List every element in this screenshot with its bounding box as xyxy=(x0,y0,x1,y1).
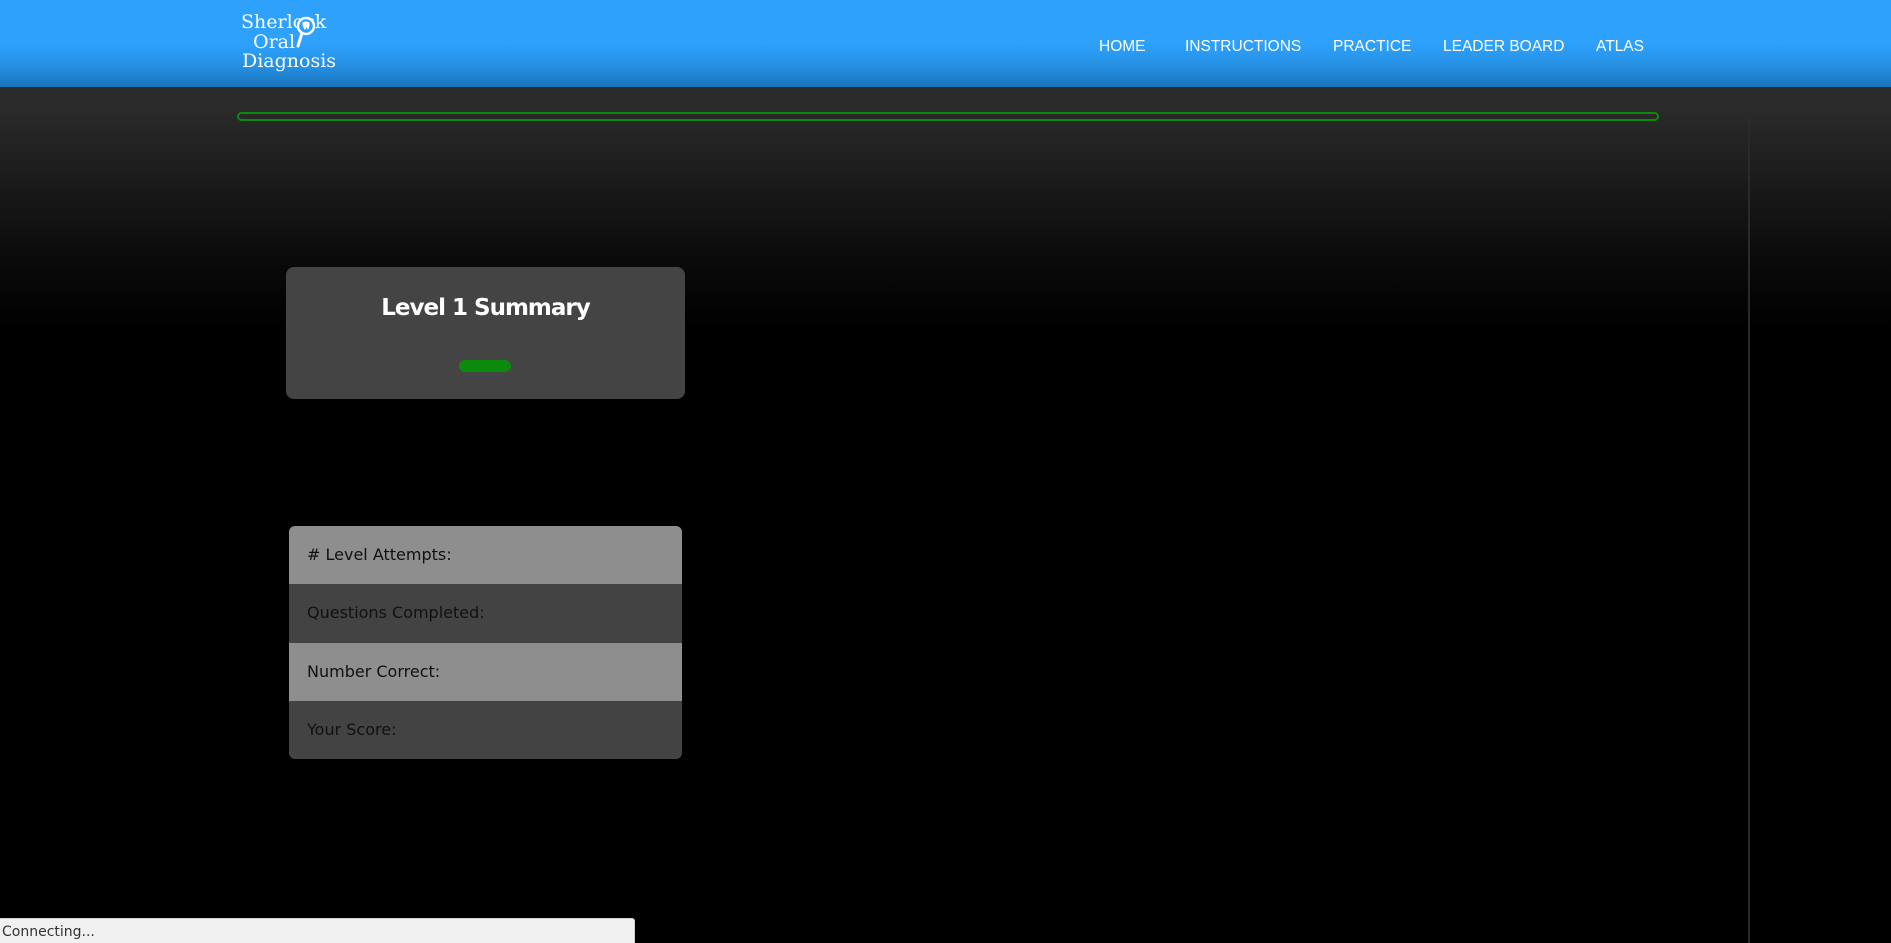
stat-row-questions-completed: Questions Completed: xyxy=(289,584,682,643)
status-indicator-pill xyxy=(459,360,511,372)
level-progress-bar xyxy=(237,112,1659,121)
level-summary-title: Level 1 Summary xyxy=(381,295,590,321)
browser-status-bar: Connecting... xyxy=(0,918,635,943)
status-text: Connecting... xyxy=(2,924,95,940)
top-header: Sherlock Oral Diagnosis HOME INSTRUCTION… xyxy=(0,0,1891,87)
stat-label-questions-completed: Questions Completed: xyxy=(307,603,485,623)
stat-label-number-correct: Number Correct: xyxy=(307,661,441,681)
nav-practice-link[interactable]: PRACTICE xyxy=(1333,38,1411,56)
nav-home-link[interactable]: HOME xyxy=(1099,38,1146,56)
stat-label-your-score: Your Score: xyxy=(307,719,397,739)
right-divider xyxy=(1748,87,1750,943)
stats-table: # Level Attempts: Questions Completed: N… xyxy=(289,526,682,759)
nav-leader-board-link[interactable]: LEADER BOARD xyxy=(1443,38,1564,56)
nav-atlas-link[interactable]: ATLAS xyxy=(1596,38,1644,56)
stat-row-level-attempts: # Level Attempts: xyxy=(289,526,682,585)
nav-instructions-link[interactable]: INSTRUCTIONS xyxy=(1185,38,1301,56)
stat-row-your-score: Your Score: xyxy=(289,700,682,759)
stat-row-number-correct: Number Correct: xyxy=(289,642,682,701)
stat-label-level-attempts: # Level Attempts: xyxy=(307,545,452,564)
site-logo[interactable]: Sherlock Oral Diagnosis xyxy=(238,10,348,76)
level-summary-card: Level 1 Summary xyxy=(286,267,685,399)
logo-text-line-3: Diagnosis xyxy=(242,50,337,72)
magnifier-tooth-icon xyxy=(296,16,316,48)
